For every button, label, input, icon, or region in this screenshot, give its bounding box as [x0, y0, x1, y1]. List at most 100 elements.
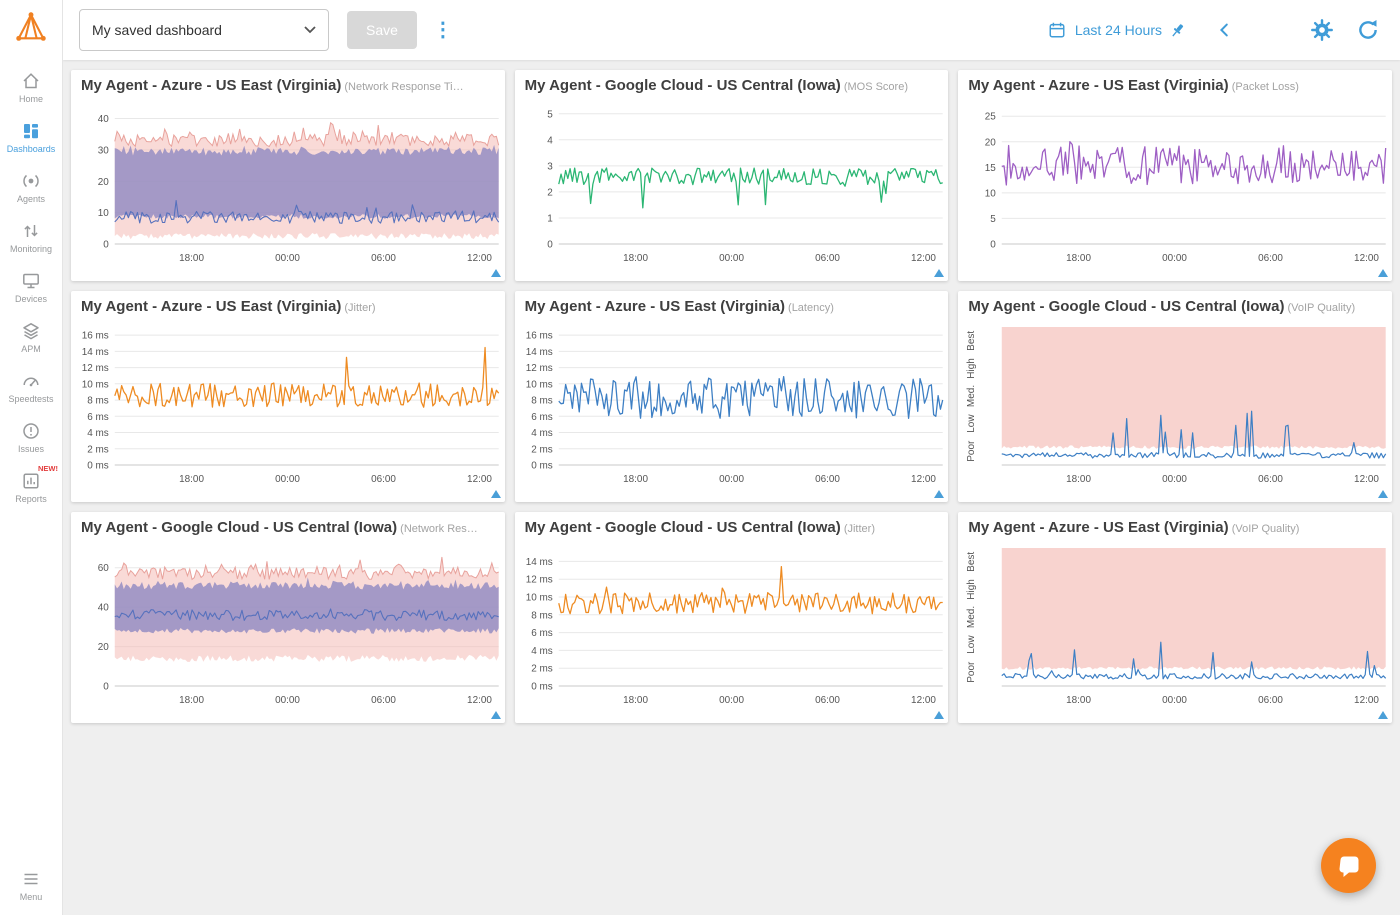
svg-text:8 ms: 8 ms [531, 396, 553, 407]
resize-handle-icon[interactable] [934, 269, 944, 277]
sidebar-item-label: Reports [15, 494, 47, 504]
svg-text:0 ms: 0 ms [531, 460, 553, 471]
svg-text:06:00: 06:00 [1258, 253, 1283, 264]
svg-text:4: 4 [547, 135, 553, 146]
chart-card-header: My Agent - Azure - US East (Virginia) (L… [515, 291, 949, 319]
svg-text:60: 60 [98, 563, 110, 574]
menu-icon [21, 869, 41, 889]
resize-handle-icon[interactable] [934, 711, 944, 719]
chart-subtitle: (Jitter) [341, 302, 375, 314]
sidebar-item-home[interactable]: Home [0, 63, 62, 113]
chat-bubble-icon [1335, 852, 1363, 880]
sidebar-item-label: Devices [15, 294, 47, 304]
sidebar-item-devices[interactable]: Devices [0, 263, 62, 313]
chart-canvas[interactable]: 051015202518:0000:0006:0012:00 [958, 98, 1392, 274]
svg-text:06:00: 06:00 [1258, 695, 1283, 706]
svg-text:12:00: 12:00 [1354, 474, 1379, 485]
sidebar-item-apm[interactable]: APM [0, 313, 62, 363]
sidebar-item-dashboards[interactable]: Dashboards [0, 113, 62, 163]
chart-canvas[interactable]: 0 ms2 ms4 ms6 ms8 ms10 ms12 ms14 ms16 ms… [71, 319, 505, 495]
new-badge: NEW! [38, 464, 58, 473]
settings-gear-icon[interactable] [1310, 18, 1334, 42]
sidebar-item-menu[interactable]: Menu [0, 861, 62, 911]
svg-text:18:00: 18:00 [1066, 695, 1091, 706]
refresh-icon[interactable] [1356, 18, 1380, 42]
resize-handle-icon[interactable] [1378, 269, 1388, 277]
dashboard-select-value: My saved dashboard [92, 22, 222, 38]
svg-text:4 ms: 4 ms [531, 646, 553, 657]
svg-text:18:00: 18:00 [179, 695, 204, 706]
sidebar-item-label: Agents [17, 194, 45, 204]
svg-text:5: 5 [991, 214, 997, 225]
chart-card-header: My Agent - Google Cloud - US Central (Io… [515, 512, 949, 540]
app-logo[interactable] [14, 10, 48, 49]
svg-text:12:00: 12:00 [467, 253, 492, 264]
time-range-picker[interactable]: Last 24 Hours [1048, 21, 1186, 39]
svg-text:06:00: 06:00 [815, 695, 840, 706]
sidebar-item-label: Speedtests [8, 394, 53, 404]
chart-title: My Agent - Azure - US East (Virginia) [968, 519, 1228, 536]
sidebar-item-label: Monitoring [10, 244, 52, 254]
resize-handle-icon[interactable] [491, 711, 501, 719]
resize-handle-icon[interactable] [1378, 711, 1388, 719]
chart-subtitle: (Network Res… [397, 523, 478, 535]
svg-text:00:00: 00:00 [1162, 474, 1187, 485]
chart-card-header: My Agent - Azure - US East (Virginia) (V… [958, 512, 1392, 540]
chart-title: My Agent - Google Cloud - US Central (Io… [968, 298, 1284, 315]
chart-card: My Agent - Azure - US East (Virginia) (V… [958, 512, 1392, 723]
svg-text:Low: Low [966, 635, 977, 654]
resize-handle-icon[interactable] [1378, 490, 1388, 498]
svg-text:00:00: 00:00 [275, 695, 300, 706]
svg-text:10 ms: 10 ms [525, 592, 552, 603]
chart-canvas[interactable]: 0 ms2 ms4 ms6 ms8 ms10 ms12 ms14 ms16 ms… [515, 319, 949, 495]
svg-text:8 ms: 8 ms [531, 610, 553, 621]
chart-card: My Agent - Google Cloud - US Central (Io… [515, 512, 949, 723]
svg-text:3: 3 [547, 161, 553, 172]
svg-text:12:00: 12:00 [911, 474, 936, 485]
svg-text:12:00: 12:00 [911, 253, 936, 264]
svg-text:10: 10 [985, 188, 997, 199]
chart-card: My Agent - Azure - US East (Virginia) (P… [958, 70, 1392, 281]
sidebar-item-agents[interactable]: Agents [0, 163, 62, 213]
sidebar-item-issues[interactable]: Issues [0, 413, 62, 463]
chart-card-header: My Agent - Google Cloud - US Central (Io… [515, 70, 949, 98]
sidebar-item-speedtests[interactable]: Speedtests [0, 363, 62, 413]
resize-handle-icon[interactable] [491, 490, 501, 498]
svg-text:2 ms: 2 ms [87, 444, 109, 455]
sidebar-item-reports[interactable]: NEW! Reports [0, 463, 62, 513]
chart-canvas[interactable]: 01020304018:0000:0006:0012:00 [71, 98, 505, 274]
save-button[interactable]: Save [347, 11, 417, 49]
chart-title: My Agent - Google Cloud - US Central (Io… [525, 519, 841, 536]
chart-card-header: My Agent - Azure - US East (Virginia) (P… [958, 70, 1392, 98]
svg-text:0 ms: 0 ms [531, 681, 553, 692]
chart-canvas[interactable]: PoorLowMed.HighBest18:0000:0006:0012:00 [958, 540, 1392, 716]
svg-text:12 ms: 12 ms [525, 363, 552, 374]
dashboard-select[interactable]: My saved dashboard [79, 9, 329, 51]
chart-subtitle: (Network Response Ti… [341, 81, 463, 93]
chart-canvas[interactable]: PoorLowMed.HighBest18:0000:0006:0012:00 [958, 319, 1392, 495]
sidebar-item-monitoring[interactable]: Monitoring [0, 213, 62, 263]
svg-text:0: 0 [103, 239, 109, 250]
chevron-left-icon[interactable] [1216, 21, 1234, 39]
chart-canvas[interactable]: 01234518:0000:0006:0012:00 [515, 98, 949, 274]
resize-handle-icon[interactable] [934, 490, 944, 498]
svg-text:00:00: 00:00 [1162, 253, 1187, 264]
svg-text:12:00: 12:00 [467, 695, 492, 706]
svg-text:0: 0 [991, 239, 997, 250]
chart-canvas[interactable]: 020406018:0000:0006:0012:00 [71, 540, 505, 716]
svg-text:06:00: 06:00 [1258, 474, 1283, 485]
sidebar-item-label: Issues [18, 444, 44, 454]
svg-text:6 ms: 6 ms [531, 412, 553, 423]
issues-icon [21, 421, 41, 441]
svg-text:00:00: 00:00 [719, 253, 744, 264]
svg-text:16 ms: 16 ms [82, 331, 109, 342]
chart-canvas[interactable]: 0 ms2 ms4 ms6 ms8 ms10 ms12 ms14 ms18:00… [515, 540, 949, 716]
resize-handle-icon[interactable] [491, 269, 501, 277]
chart-subtitle: (MOS Score) [841, 81, 908, 93]
chart-subtitle: (Packet Loss) [1229, 81, 1299, 93]
sidebar-item-label: Menu [20, 892, 43, 902]
svg-text:12:00: 12:00 [911, 695, 936, 706]
more-options-icon[interactable]: ⋮ [433, 20, 453, 40]
svg-text:12 ms: 12 ms [82, 363, 109, 374]
chat-widget-button[interactable] [1321, 838, 1376, 893]
